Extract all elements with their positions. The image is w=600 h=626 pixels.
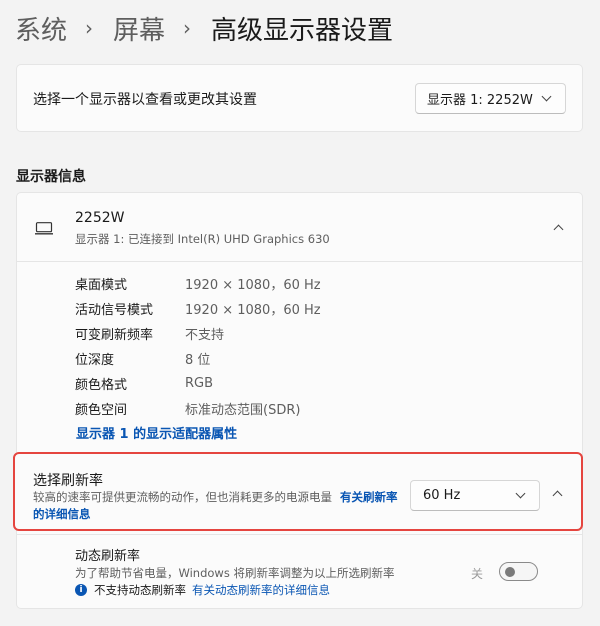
display-dropdown-value: 显示器 1: 2252W — [427, 93, 533, 108]
property-key: 位深度 — [75, 353, 115, 368]
breadcrumb-separator: › — [183, 16, 192, 40]
dynamic-refresh-note: i 不支持动态刷新率 有关动态刷新率的详细信息 — [75, 582, 330, 598]
dynamic-refresh-toggle[interactable] — [499, 562, 538, 581]
property-row: 活动信号模式 1920 × 1080，60 Hz — [75, 296, 321, 321]
divider — [17, 534, 582, 535]
property-row: 可变刷新频率 不支持 — [75, 321, 321, 346]
dynamic-refresh-note-text: 不支持动态刷新率 — [94, 583, 186, 597]
property-row: 桌面模式 1920 × 1080，60 Hz — [75, 271, 321, 296]
chevron-down-icon — [515, 488, 526, 499]
refresh-rate-description: 较高的速率可提供更流畅的动作，但也消耗更多的电源电量 有关刷新率的详细信息 — [33, 489, 403, 523]
property-value: RGB — [185, 376, 214, 391]
property-key: 颜色格式 — [75, 378, 128, 393]
property-row: 颜色格式 RGB — [75, 371, 321, 396]
display-select-card: 选择一个显示器以查看或更改其设置 显示器 1: 2252W — [16, 64, 583, 132]
chevron-down-icon — [541, 91, 552, 102]
property-value: 1920 × 1080，60 Hz — [185, 303, 321, 318]
toggle-knob — [505, 567, 515, 577]
monitor-name: 2252W — [75, 210, 125, 226]
toggle-label: 关 — [471, 567, 484, 581]
monitor-subtitle: 显示器 1: 已连接到 Intel(R) UHD Graphics 630 — [75, 232, 330, 246]
refresh-rate-value: 60 Hz — [423, 488, 461, 503]
property-key: 颜色空间 — [75, 403, 128, 418]
property-value: 8 位 — [185, 353, 211, 368]
page-title: 高级显示器设置 — [211, 15, 394, 46]
chevron-up-icon[interactable] — [552, 490, 563, 501]
info-icon: i — [75, 584, 87, 596]
property-row: 位深度 8 位 — [75, 346, 321, 371]
display-properties: 桌面模式 1920 × 1080，60 Hz 活动信号模式 1920 × 108… — [75, 271, 321, 421]
adapter-properties-link[interactable]: 显示器 1 的显示适配器属性 — [76, 423, 237, 442]
breadcrumb-display[interactable]: 屏幕 — [113, 10, 165, 47]
property-key: 可变刷新频率 — [75, 328, 154, 343]
property-key: 活动信号模式 — [75, 303, 154, 318]
display-dropdown[interactable]: 显示器 1: 2252W — [415, 83, 566, 114]
dynamic-refresh-link[interactable]: 有关动态刷新率的详细信息 — [192, 582, 330, 598]
breadcrumb-separator: › — [85, 16, 94, 40]
dynamic-refresh-description: 为了帮助节省电量，Windows 将刷新率调整为以上所选刷新率 — [75, 566, 395, 580]
property-value: 标准动态范围(SDR) — [185, 403, 301, 418]
refresh-rate-title: 选择刷新率 — [33, 473, 103, 489]
property-value: 不支持 — [185, 328, 225, 343]
chevron-up-icon[interactable] — [553, 224, 564, 235]
property-key: 桌面模式 — [75, 278, 128, 293]
breadcrumb: 系统 › 屏幕 › 高级显示器设置 — [15, 8, 393, 48]
display-select-label: 选择一个显示器以查看或更改其设置 — [33, 92, 257, 108]
breadcrumb-system[interactable]: 系统 — [15, 10, 67, 47]
divider — [17, 261, 582, 262]
dynamic-refresh-title: 动态刷新率 — [75, 549, 141, 564]
monitor-icon — [35, 222, 53, 235]
property-row: 颜色空间 标准动态范围(SDR) — [75, 396, 321, 421]
property-value: 1920 × 1080，60 Hz — [185, 278, 321, 293]
section-title: 显示器信息 — [16, 169, 86, 185]
refresh-rate-dropdown[interactable]: 60 Hz — [410, 480, 540, 511]
refresh-rate-description-text: 较高的速率可提供更流畅的动作，但也消耗更多的电源电量 — [33, 490, 332, 504]
refresh-rate-section: 选择刷新率 较高的速率可提供更流畅的动作，但也消耗更多的电源电量 有关刷新率的详细… — [13, 452, 583, 531]
